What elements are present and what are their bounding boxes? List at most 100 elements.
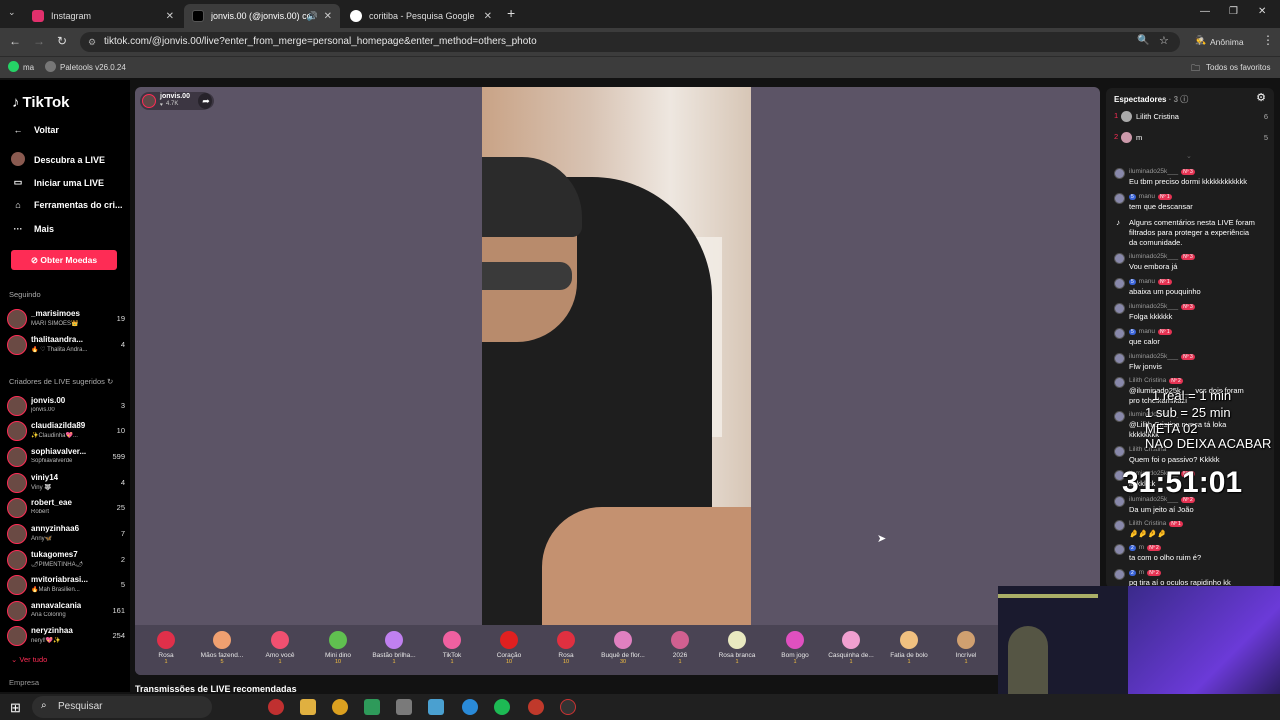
company-link[interactable]: Empresa: [9, 678, 39, 687]
zoom-icon[interactable]: 🔍: [1137, 35, 1149, 46]
url-field[interactable]: ⚙ tiktok.com/@jonvis.00/live?enter_from_…: [80, 32, 1180, 52]
gift-item[interactable]: Buquê de flor... 30: [595, 631, 651, 665]
get-coins-button[interactable]: ⊘ Obter Moedas: [11, 250, 117, 270]
chrome-icon[interactable]: [332, 699, 348, 715]
edge-icon[interactable]: [462, 699, 478, 715]
chat-user[interactable]: iluminado25k___: [1129, 353, 1178, 360]
site-info-icon[interactable]: ⚙: [88, 32, 96, 52]
cake-icon: [900, 631, 918, 649]
bookmark-paletools[interactable]: Paletools v26.0.24: [60, 63, 126, 72]
top-viewer-row[interactable]: 1 Lilith Cristina 6: [1114, 111, 1268, 125]
suggested-user[interactable]: viniy14 Viny 🐺 4: [7, 472, 125, 494]
star-icon[interactable]: ☆: [1159, 34, 1169, 47]
nav-discover-live[interactable]: Descubra a LIVE: [11, 152, 105, 168]
suggested-user[interactable]: claudiazilda89 ✨Claudinha💖... 10: [7, 420, 125, 442]
app-icon[interactable]: [364, 699, 380, 715]
top-viewer-row[interactable]: 2 m 5: [1114, 132, 1268, 146]
suggested-user[interactable]: mvitoriabrasi... 🔥Mah Brasilien... 5: [7, 574, 125, 596]
gift-item[interactable]: Bastão brilha... 1: [366, 631, 422, 665]
nav-creator-tools[interactable]: ⌂ Ferramentas do cri...: [11, 200, 122, 210]
chat-user[interactable]: iluminado25k___: [1129, 253, 1178, 260]
avatar: [1114, 446, 1125, 457]
app-icon[interactable]: [428, 699, 444, 715]
close-icon[interactable]: ✕: [484, 11, 492, 22]
minimize-icon[interactable]: —: [1200, 6, 1210, 17]
suggested-user[interactable]: robert_eae Robert 25: [7, 497, 125, 519]
close-icon[interactable]: ✕: [324, 11, 332, 22]
suggested-user[interactable]: sophiavalver... Sophiavalverde 599: [7, 446, 125, 468]
nav-start-live[interactable]: ▭ Iniciar uma LIVE: [11, 177, 104, 188]
suggested-user[interactable]: tukagomes7 🌶PIMENTINHA🌶 2: [7, 549, 125, 571]
chat-user[interactable]: manu: [1139, 193, 1155, 200]
app-icon[interactable]: [560, 699, 576, 715]
viewer-count: 599: [112, 452, 125, 461]
gift-item[interactable]: Rosa 1: [138, 631, 194, 665]
chat-user[interactable]: iluminado25k___: [1129, 168, 1178, 175]
chat-user[interactable]: m: [1139, 544, 1144, 551]
gift-item[interactable]: TikTok 1: [424, 631, 480, 665]
gift-item[interactable]: 2026 1: [652, 631, 708, 665]
gift-item[interactable]: Incrível 1: [938, 631, 994, 665]
chat-user[interactable]: Lilith Cristina: [1129, 377, 1166, 384]
share-icon[interactable]: ➦: [198, 93, 214, 109]
app-icon[interactable]: [396, 699, 412, 715]
gift-item[interactable]: Amo você 1: [252, 631, 308, 665]
tab-google[interactable]: coritiba - Pesquisa Google ✕: [342, 4, 500, 28]
gift-item[interactable]: Coração 10: [481, 631, 537, 665]
close-icon[interactable]: ✕: [166, 11, 174, 22]
rank-badge: Nº 3: [1181, 304, 1195, 310]
incognito-label[interactable]: Anônima: [1210, 37, 1244, 47]
chat-user[interactable]: iluminado25k___: [1129, 303, 1178, 310]
live-video[interactable]: [482, 87, 751, 627]
menu-dots-icon[interactable]: ⋮: [1262, 33, 1274, 47]
refresh-icon[interactable]: ↻: [107, 377, 113, 386]
gift-item[interactable]: Bom jogo 1: [767, 631, 823, 665]
tab-tiktok[interactable]: jonvis.00 (@jonvis.00) com 🔊 ✕: [184, 4, 340, 28]
chat-user[interactable]: Lilith Cristina: [1129, 520, 1166, 527]
chat-user[interactable]: manu: [1139, 278, 1155, 285]
all-favorites[interactable]: Todos os favoritos: [1206, 63, 1270, 72]
app-icon[interactable]: [268, 699, 284, 715]
reload-icon[interactable]: ↻: [57, 34, 67, 48]
user-subtitle: Ana Coloring: [31, 612, 66, 618]
see-all-link[interactable]: ⌄ Ver tudo: [11, 655, 47, 664]
viewer-count: 2: [120, 555, 125, 564]
gift-item[interactable]: Rosa branca 1: [709, 631, 765, 665]
restore-icon[interactable]: ❐: [1229, 6, 1238, 17]
suggested-user[interactable]: annyzinhaa6 Anny🦋 7: [7, 523, 125, 545]
settings-gear-icon[interactable]: ⚙: [1256, 91, 1266, 104]
spotify-icon[interactable]: [494, 699, 510, 715]
back-arrow-icon[interactable]: ←: [9, 34, 21, 48]
suggested-user[interactable]: annavalcania Ana Coloring 161: [7, 600, 125, 622]
gift-item[interactable]: Casquinha de... 1: [823, 631, 879, 665]
suggested-user[interactable]: jonvis.00 jonvis.00 3: [7, 395, 125, 417]
chat-user[interactable]: manu: [1139, 328, 1155, 335]
windows-start-icon[interactable]: ⊞: [10, 700, 21, 716]
nav-more[interactable]: ··· Mais: [11, 224, 55, 234]
chevron-down-icon[interactable]: ⌄: [1186, 152, 1192, 160]
back-button[interactable]: ← Voltar: [11, 125, 59, 135]
following-user[interactable]: _marisimoes MARI SIMÕES👑 19: [7, 308, 125, 330]
bookmark-ma[interactable]: ma: [23, 63, 34, 72]
gift-price: 5: [220, 659, 224, 665]
gift-item[interactable]: Fatia de bolo 1: [881, 631, 937, 665]
close-window-icon[interactable]: ✕: [1258, 6, 1266, 17]
tab-search-icon[interactable]: ⌄: [8, 7, 16, 18]
tiktok-logo[interactable]: ♪ TikTok: [12, 94, 69, 111]
gift-item[interactable]: Rosa 10: [538, 631, 594, 665]
gift-item[interactable]: Mãos fazend... 5: [194, 631, 250, 665]
search-icon: ⌕: [41, 700, 47, 711]
chat-user[interactable]: m: [1139, 569, 1144, 576]
folder-icon[interactable]: [300, 699, 316, 715]
taskbar-search[interactable]: ⌕ Pesquisar: [32, 696, 212, 718]
speaker-icon[interactable]: 🔊: [307, 11, 318, 22]
forward-arrow-icon[interactable]: →: [33, 34, 45, 48]
gift-price: 1: [907, 659, 911, 665]
info-icon[interactable]: ⓘ: [1180, 95, 1188, 104]
following-user[interactable]: thalitaandra... 🔥 ♡ Thalita Andra... 4: [7, 334, 125, 356]
gift-item[interactable]: Mini dino 10: [310, 631, 366, 665]
tab-instagram[interactable]: Instagram ✕: [24, 4, 182, 28]
suggested-user[interactable]: neryzinhaa neryl!💖✨ 254: [7, 625, 125, 647]
new-tab-button[interactable]: +: [507, 5, 515, 21]
chrome-icon[interactable]: [528, 699, 544, 715]
